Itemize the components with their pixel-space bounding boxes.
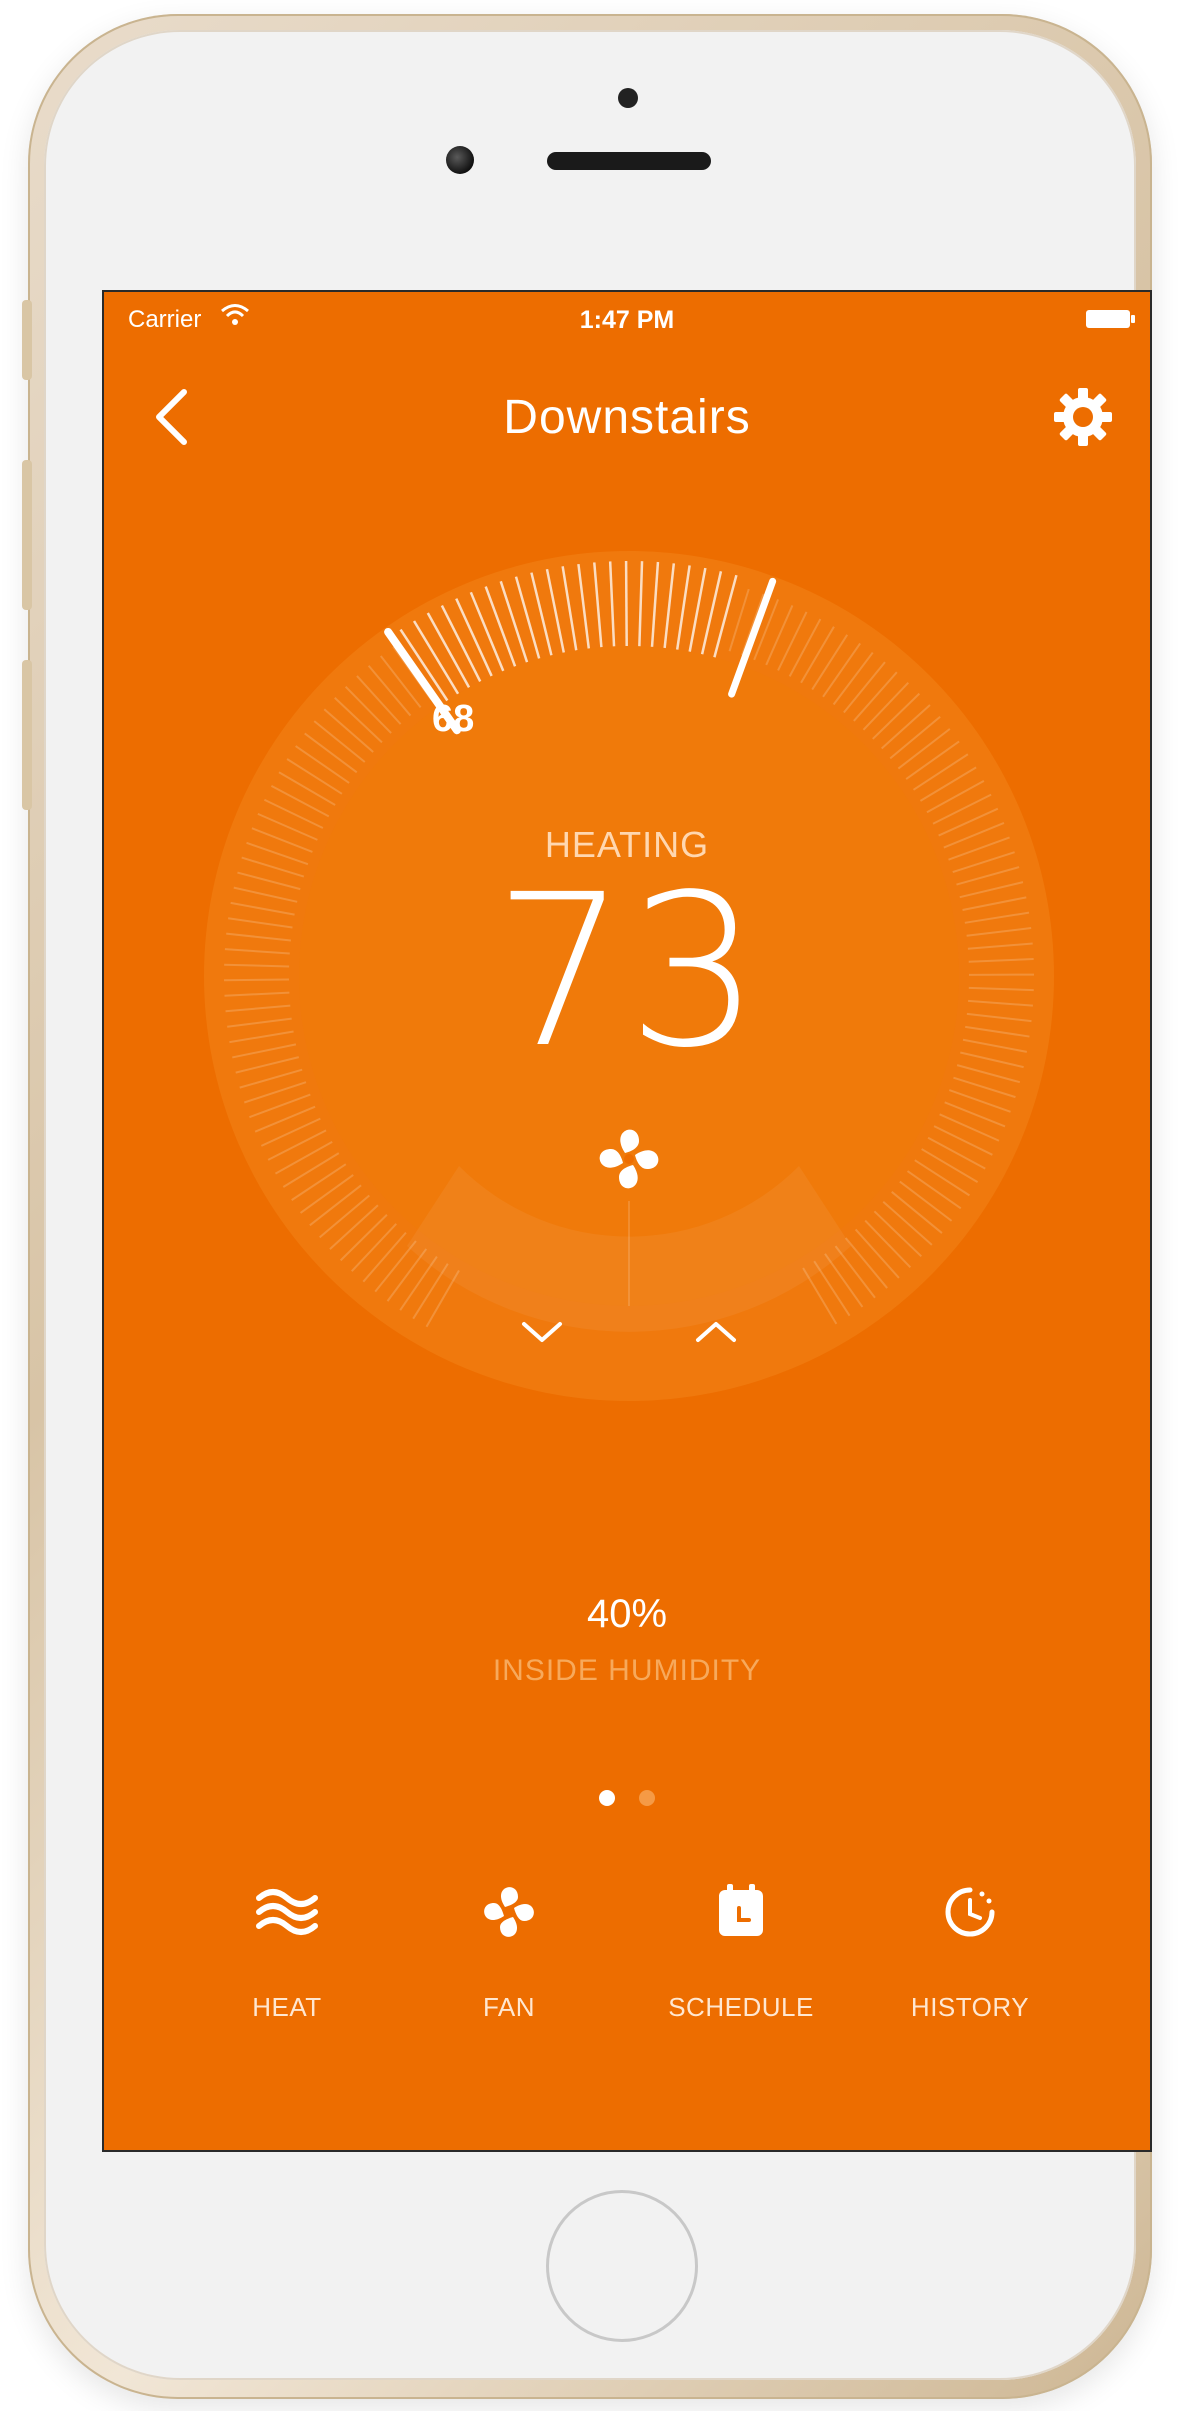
status-time: 1:47 PM <box>579 306 675 334</box>
humidity-label: INSIDE HUMIDITY <box>492 1654 762 1687</box>
page-title: Downstairs <box>503 391 751 444</box>
dial-tick <box>624 561 628 647</box>
humidity-value: 40% <box>586 1592 668 1636</box>
tab-fan-label: FAN <box>482 1992 536 2022</box>
current-temperature: 73 <box>493 849 761 1094</box>
history-clock-icon <box>945 1887 995 1937</box>
tab-history-label: HISTORY <box>910 1992 1030 2022</box>
tab-heat-label: HEAT <box>252 1992 322 2022</box>
app-screen: Carrier 1:47 PM Downstairs 68 HEATING 73… <box>102 290 1152 2152</box>
gear-icon[interactable] <box>1052 386 1114 448</box>
silent-switch <box>22 300 32 380</box>
chevron-down-icon[interactable] <box>502 1302 582 1362</box>
setpoint-label: 68 <box>432 698 475 740</box>
volume-down-button <box>22 660 32 810</box>
earpiece-speaker <box>547 152 711 170</box>
page-indicator[interactable] <box>104 1790 1150 1811</box>
fan-icon <box>599 1129 659 1189</box>
tab-schedule[interactable]: SCHEDULE <box>641 1882 841 2023</box>
nav-bar: Downstairs <box>104 372 1150 462</box>
tab-history[interactable]: HISTORY <box>870 1882 1070 2023</box>
tab-fan[interactable]: FAN <box>409 1882 609 2023</box>
calendar-clock-icon <box>719 1884 763 1936</box>
proximity-sensor <box>618 88 638 108</box>
tab-heat[interactable]: HEAT <box>187 1882 387 2023</box>
front-camera <box>446 146 474 174</box>
chevron-up-icon[interactable] <box>676 1302 756 1362</box>
heat-waves-icon <box>256 1889 318 1935</box>
volume-up-button <box>22 460 32 610</box>
page-dot-active[interactable] <box>598 1790 615 1806</box>
page-dot[interactable] <box>639 1790 656 1806</box>
fan-icon <box>484 1887 534 1937</box>
home-button[interactable] <box>546 2190 698 2342</box>
battery-icon <box>1086 310 1135 328</box>
bottom-tab-bar: HEAT FAN SCHEDULE HISTORY <box>104 1882 1150 2082</box>
status-bar: Carrier 1:47 PM <box>104 292 1150 342</box>
tab-schedule-label: SCHEDULE <box>668 1992 814 2022</box>
